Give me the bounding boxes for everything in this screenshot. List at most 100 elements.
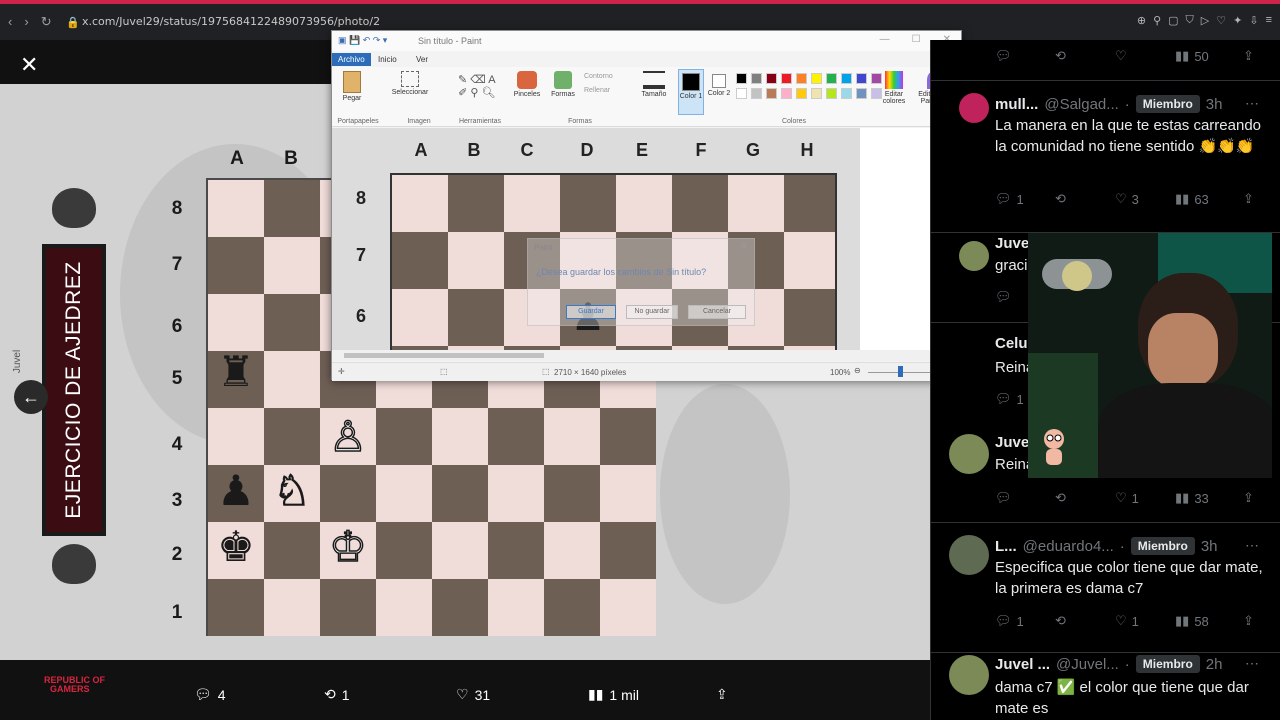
like-button[interactable]: ♡ 31 [456, 686, 490, 703]
cancel-button[interactable]: Cancelar [688, 305, 746, 319]
file-label: A [230, 148, 244, 169]
reply-icon[interactable]: 💬︎ [995, 289, 1012, 305]
fill-button[interactable]: Rellenar [584, 87, 610, 94]
zoom-icon[interactable]: ⊕ [1137, 14, 1146, 27]
repost-icon[interactable]: ⟲ [1055, 490, 1066, 506]
color2-button[interactable]: Color 2 [706, 71, 732, 97]
author-handle[interactable]: @Salgad... [1044, 96, 1118, 113]
reply-post[interactable]: mull... @Salgad... · Miembro 3h ⋯ La man… [931, 80, 1280, 232]
share-button[interactable]: ⇪ [716, 686, 728, 703]
views-button[interactable]: ▮▮ 33 [1175, 490, 1209, 506]
separator: · [1124, 95, 1130, 113]
share-icon[interactable]: ⇪ [1243, 613, 1254, 629]
avatar[interactable] [959, 93, 989, 123]
repost-icon[interactable]: ⟲ [1055, 191, 1066, 207]
reply-post[interactable]: Juvel ... @Juvel... · Miembro 2h ⋯ dama … [931, 652, 1280, 720]
more-icon[interactable]: ⋯ [1245, 655, 1259, 672]
avatar[interactable] [949, 655, 989, 695]
share-icon[interactable]: ⇪ [1243, 48, 1254, 64]
close-icon[interactable]: ✕ [740, 241, 748, 252]
paste-button[interactable]: Pegar [338, 71, 366, 102]
board-square [392, 232, 448, 289]
scroll-thumb[interactable] [344, 353, 544, 358]
avatar[interactable] [949, 434, 989, 474]
repost-icon[interactable]: ⟲ [1055, 613, 1066, 629]
heart-icon[interactable]: ♡ [1216, 14, 1226, 27]
zoom-thumb[interactable] [898, 366, 903, 377]
shapes-button[interactable]: Formas [548, 71, 578, 98]
author-name[interactable]: mull... [995, 96, 1038, 113]
repost-button[interactable]: ⟲ 1 [324, 686, 350, 703]
screenshot-icon[interactable]: ▢ [1168, 14, 1178, 27]
author-name[interactable]: Juvel ... [995, 656, 1050, 673]
minimize-icon[interactable]: — [880, 34, 890, 45]
share-icon[interactable]: ⇪ [1243, 191, 1254, 207]
tab-inicio[interactable]: Inicio [372, 53, 403, 66]
pin-icon[interactable]: ⚲ [1153, 14, 1161, 27]
reply-button[interactable]: 💬︎ 1 [995, 391, 1024, 407]
reply-post[interactable]: L... @eduardo4... · Miembro 3h ⋯ Especif… [931, 522, 1280, 652]
previous-photo-button[interactable]: ← [14, 380, 48, 414]
menu-icon[interactable]: ≡ [1266, 14, 1272, 27]
author-handle[interactable]: @eduardo4... [1023, 538, 1114, 555]
color1-button[interactable]: Color 1 [678, 69, 704, 115]
more-icon[interactable]: ⋯ [1245, 95, 1259, 112]
heart-icon[interactable]: ♡ [1115, 48, 1127, 64]
reply-button[interactable]: 💬︎ 1 [995, 613, 1024, 629]
repost-icon[interactable]: ⟲ [1055, 48, 1066, 64]
author-name[interactable]: Celu [995, 335, 1028, 352]
forward-icon[interactable]: › [24, 14, 28, 30]
share-icon[interactable]: ⇪ [1243, 490, 1254, 506]
tool-icons[interactable]: ✎ ⌫ A ✐ ⚲ 🔍︎ [458, 73, 496, 99]
extensions-icon[interactable]: ✦ [1233, 14, 1242, 27]
maximize-icon[interactable]: ☐ [912, 34, 921, 45]
views-button[interactable]: ▮▮ 50 [1175, 48, 1209, 64]
paint-canvas[interactable]: A B C D E F G H 8 7 6 ♟ Paint ✕ ¿Desea g… [332, 128, 952, 350]
avatar[interactable] [949, 535, 989, 575]
back-icon[interactable]: ‹ [8, 14, 12, 30]
palette-swatch[interactable] [856, 73, 867, 84]
avatar[interactable] [959, 241, 989, 271]
download-icon[interactable]: ⇩ [1249, 14, 1258, 27]
views-button[interactable]: ▮▮ 1 mil [588, 686, 639, 703]
palette-swatch[interactable] [856, 88, 867, 99]
views-icon: ▮▮ [1175, 191, 1190, 206]
reply-icon[interactable]: 💬︎ [995, 490, 1012, 506]
views-button[interactable]: ▮▮ 58 [1175, 613, 1209, 629]
address-bar[interactable]: x.com/Juvel29/status/1975684122489073956… [82, 15, 380, 28]
play-icon[interactable]: ▷ [1201, 14, 1209, 27]
reply-icon: 💬︎ [995, 191, 1012, 206]
save-button[interactable]: Guardar [566, 305, 616, 319]
board-square [208, 579, 264, 636]
quick-access-icons[interactable]: ▣ 💾 ↶ ↷ ▾ [338, 35, 387, 46]
like-button[interactable]: ♡ 3 [1115, 191, 1139, 207]
dont-save-button[interactable]: No guardar [626, 305, 678, 319]
rank-label: 8 [171, 198, 183, 219]
board-square [264, 351, 320, 408]
views-count: 1 mil [609, 686, 639, 703]
edit-colors-button[interactable]: Editar colores [878, 71, 910, 105]
reload-icon[interactable]: ↻ [41, 14, 52, 30]
outline-button[interactable]: Contorno [584, 73, 613, 80]
like-button[interactable]: ♡ 1 [1115, 490, 1139, 506]
zoom-slider[interactable] [868, 372, 938, 373]
views-button[interactable]: ▮▮ 63 [1175, 191, 1209, 207]
tab-ver[interactable]: Ver [410, 53, 434, 66]
color2-label: Color 2 [707, 90, 731, 97]
close-icon[interactable]: ✕ [20, 52, 38, 78]
reply-button[interactable]: 💬︎ 4 [194, 686, 226, 703]
reply-icon[interactable]: 💬︎ [995, 48, 1012, 64]
size-button[interactable]: Tamaño [636, 71, 672, 98]
like-button[interactable]: ♡ 1 [1115, 613, 1139, 629]
reply-button[interactable]: 💬︎ 1 [995, 191, 1024, 207]
author-handle[interactable]: @Juvel... [1056, 656, 1119, 673]
author-name[interactable]: L... [995, 538, 1017, 555]
brushes-button[interactable]: Pinceles [510, 71, 544, 98]
tab-archivo[interactable]: Archivo [332, 53, 371, 66]
zoom-out-icon[interactable]: ⊖ [854, 366, 861, 375]
shield-icon[interactable]: ⛉ [1186, 14, 1194, 27]
select-button[interactable]: Seleccionar [390, 71, 430, 96]
views-icon: ▮▮ [1175, 48, 1190, 63]
horizontal-scrollbar[interactable] [332, 350, 952, 361]
more-icon[interactable]: ⋯ [1245, 537, 1259, 554]
